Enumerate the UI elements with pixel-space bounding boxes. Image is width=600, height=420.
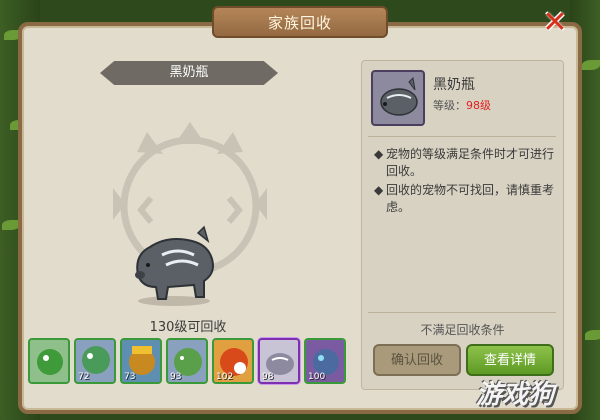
- leaf-decoration: [582, 60, 600, 70]
- window-title: 家族回收: [212, 6, 388, 38]
- view-details-button[interactable]: 查看详情: [466, 344, 554, 376]
- pet-level: 102: [216, 372, 234, 382]
- watermark-logo: 游戏狗: [476, 380, 555, 410]
- pet-slot[interactable]: 100: [304, 338, 346, 384]
- pet-level: 73: [124, 372, 136, 382]
- pet-level: 93: [170, 372, 182, 382]
- pet-name: 黑奶瓶: [433, 77, 475, 93]
- tip-item: ◆ 宠物的等级满足条件时才可进行回收。: [372, 146, 558, 180]
- tip-item: ◆ 回收的宠物不可找回，请慎重考虑。: [372, 182, 558, 216]
- pet-name-banner: 黑奶瓶: [100, 61, 278, 85]
- bullet-icon: ◆: [374, 147, 384, 161]
- pet-portrait-icon: [380, 76, 418, 116]
- pet-portrait: [371, 70, 425, 126]
- close-x-icon[interactable]: ✕: [538, 8, 572, 40]
- pet-slot[interactable]: [28, 338, 70, 384]
- pet-slot[interactable]: 93: [166, 338, 208, 384]
- pet-portrait-large: [135, 225, 214, 306]
- pet-slot[interactable]: 72: [74, 338, 116, 384]
- pet-level-line: 等级：98级: [433, 97, 491, 113]
- tip-text: 回收的宠物不可找回，请慎重考虑。: [386, 183, 555, 214]
- pet-level: 72: [78, 372, 90, 382]
- pet-level: 98: [262, 372, 274, 382]
- pet-level: 100: [308, 372, 326, 382]
- recycle-tips: ◆ 宠物的等级满足条件时才可进行回收。 ◆ 回收的宠物不可找回，请慎重考虑。: [372, 146, 558, 218]
- tip-text: 宠物的等级满足条件时才可进行回收。: [386, 147, 555, 178]
- recycle-level-requirement: 130级可回收: [149, 320, 227, 335]
- pet-slot[interactable]: 102: [212, 338, 254, 384]
- recycle-condition-status: 不满足回收条件: [420, 323, 505, 337]
- pet-creature-icon: [30, 340, 68, 382]
- pet-slot-selected[interactable]: 98: [258, 338, 300, 384]
- leaf-decoration: [585, 330, 600, 340]
- bullet-icon: ◆: [374, 183, 384, 197]
- level-label: 等级：: [433, 99, 466, 112]
- pet-slot[interactable]: 73: [120, 338, 162, 384]
- level-value: 98级: [466, 99, 491, 112]
- divider: [368, 136, 556, 137]
- divider: [368, 312, 556, 313]
- confirm-recycle-button[interactable]: 确认回收: [373, 344, 461, 376]
